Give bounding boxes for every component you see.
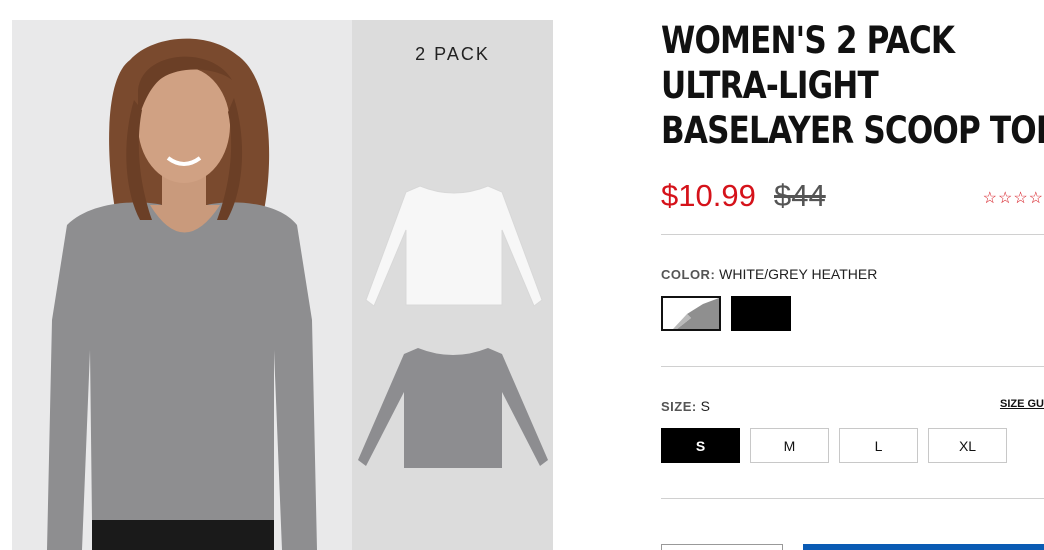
grey-top-thumbnail[interactable] — [356, 342, 551, 472]
product-title: WOMEN'S 2 PACK ULTRA-LIGHT BASELAYER SCO… — [661, 18, 1044, 153]
original-price: $44 — [774, 178, 826, 213]
divider — [661, 234, 1044, 235]
quantity-stepper[interactable] — [661, 544, 783, 550]
title-line: WOMEN'S 2 PACK — [661, 19, 955, 62]
product-info: WOMEN'S 2 PACK ULTRA-LIGHT BASELAYER SCO… — [661, 0, 1044, 550]
size-option-xl[interactable]: XL — [928, 428, 1007, 463]
divider — [661, 366, 1044, 367]
size-label-row: SIZE: S — [661, 398, 710, 414]
model-photo[interactable] — [12, 20, 352, 550]
swatch-white-grey-heather[interactable] — [661, 296, 721, 331]
swatch-black[interactable] — [731, 296, 791, 331]
size-guide-link[interactable]: SIZE GU — [1000, 398, 1044, 410]
size-label: SIZE: — [661, 399, 697, 414]
add-to-cart-button[interactable] — [803, 544, 1044, 550]
pack-label: 2 PACK — [415, 44, 490, 64]
thumbnail-panel: 2 PACK — [352, 20, 553, 550]
size-option-l[interactable]: L — [839, 428, 918, 463]
color-value: WHITE/GREY HEATHER — [719, 266, 878, 282]
price-row: $10.99 $44 ☆☆☆☆ — [661, 178, 1044, 218]
sale-price: $10.99 — [661, 178, 756, 213]
color-label-row: COLOR: WHITE/GREY HEATHER — [661, 266, 877, 282]
white-top-thumbnail[interactable] — [362, 180, 547, 310]
size-value: S — [700, 398, 710, 414]
rating-stars-icon[interactable]: ☆☆☆☆ — [983, 188, 1044, 208]
product-gallery: 2 PACK — [12, 20, 553, 550]
color-label: COLOR: — [661, 267, 716, 282]
title-line: ULTRA-LIGHT — [661, 64, 879, 107]
split-swatch-icon — [673, 298, 719, 329]
size-option-m[interactable]: M — [750, 428, 829, 463]
size-option-s[interactable]: S — [661, 428, 740, 463]
divider — [661, 498, 1044, 499]
model-illustration — [47, 38, 317, 550]
title-line: BASELAYER SCOOP TOP — [661, 109, 1044, 152]
